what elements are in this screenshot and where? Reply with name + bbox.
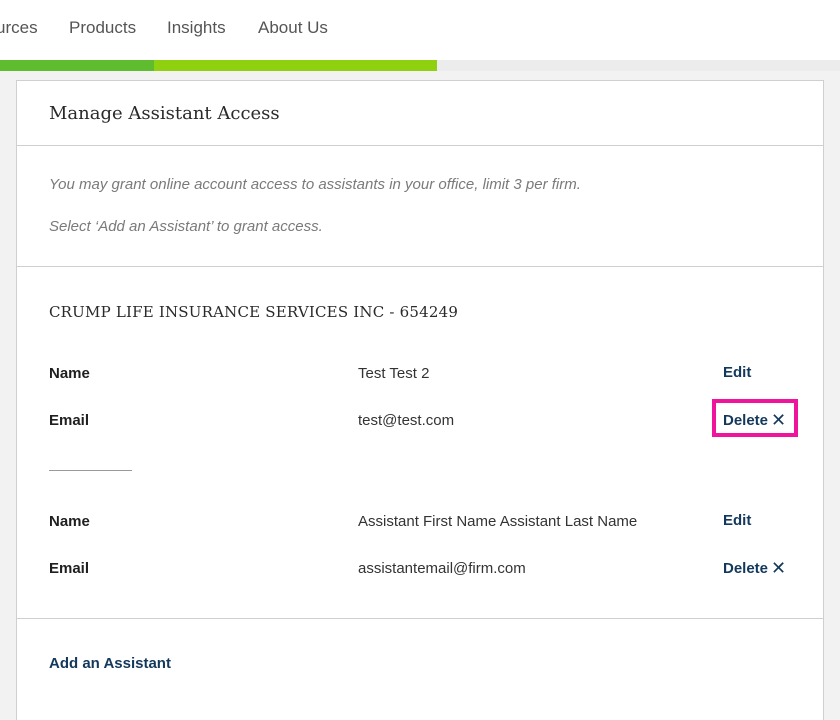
progress-bar: [0, 60, 840, 71]
assistant-1-name-label: Name: [49, 365, 90, 382]
assistant-divider: [49, 470, 132, 471]
info-card: You may grant online account access to a…: [16, 145, 824, 267]
header-card: Manage Assistant Access: [16, 80, 824, 146]
assistant-1-edit-link[interactable]: Edit: [723, 364, 751, 381]
info-text-limit: You may grant online account access to a…: [49, 176, 581, 193]
nav-item-insights[interactable]: Insights: [167, 18, 226, 38]
assistant-1-email-label: Email: [49, 412, 90, 429]
highlight-box: [712, 399, 798, 437]
top-navigation: urces Products Insights About Us: [0, 0, 840, 60]
info-text-instruction: Select ‘Add an Assistant’ to grant acces…: [49, 218, 323, 235]
footer-card: Add an Assistant: [16, 618, 824, 720]
assistant-2-email-label: Email: [49, 560, 90, 577]
assistant-1-name-value: Test Test 2: [358, 365, 430, 382]
assistant-1-email-value: test@test.com: [358, 412, 455, 429]
page-title: Manage Assistant Access: [49, 103, 280, 124]
nav-item-products[interactable]: Products: [69, 18, 136, 38]
nav-item-about-us[interactable]: About Us: [258, 18, 328, 38]
assistant-2-edit-link[interactable]: Edit: [723, 512, 751, 529]
assistant-2-email-value: assistantemail@firm.com: [358, 560, 526, 577]
assistants-card: CRUMP LIFE INSURANCE SERVICES INC - 6542…: [16, 266, 824, 619]
firm-name: CRUMP LIFE INSURANCE SERVICES INC - 6542…: [49, 303, 459, 321]
assistant-2-delete-label: Delete: [723, 560, 769, 577]
nav-item-resources[interactable]: urces: [0, 18, 38, 38]
assistant-2-delete-button[interactable]: Delete ✕: [723, 559, 786, 577]
add-assistant-link[interactable]: Add an Assistant: [49, 655, 171, 672]
assistant-2-name-label: Name: [49, 513, 90, 530]
progress-segment-1: [0, 60, 154, 71]
progress-segment-2: [154, 60, 437, 71]
assistant-2-name-value: Assistant First Name Assistant Last Name: [358, 513, 638, 530]
close-icon: ✕: [771, 558, 787, 578]
